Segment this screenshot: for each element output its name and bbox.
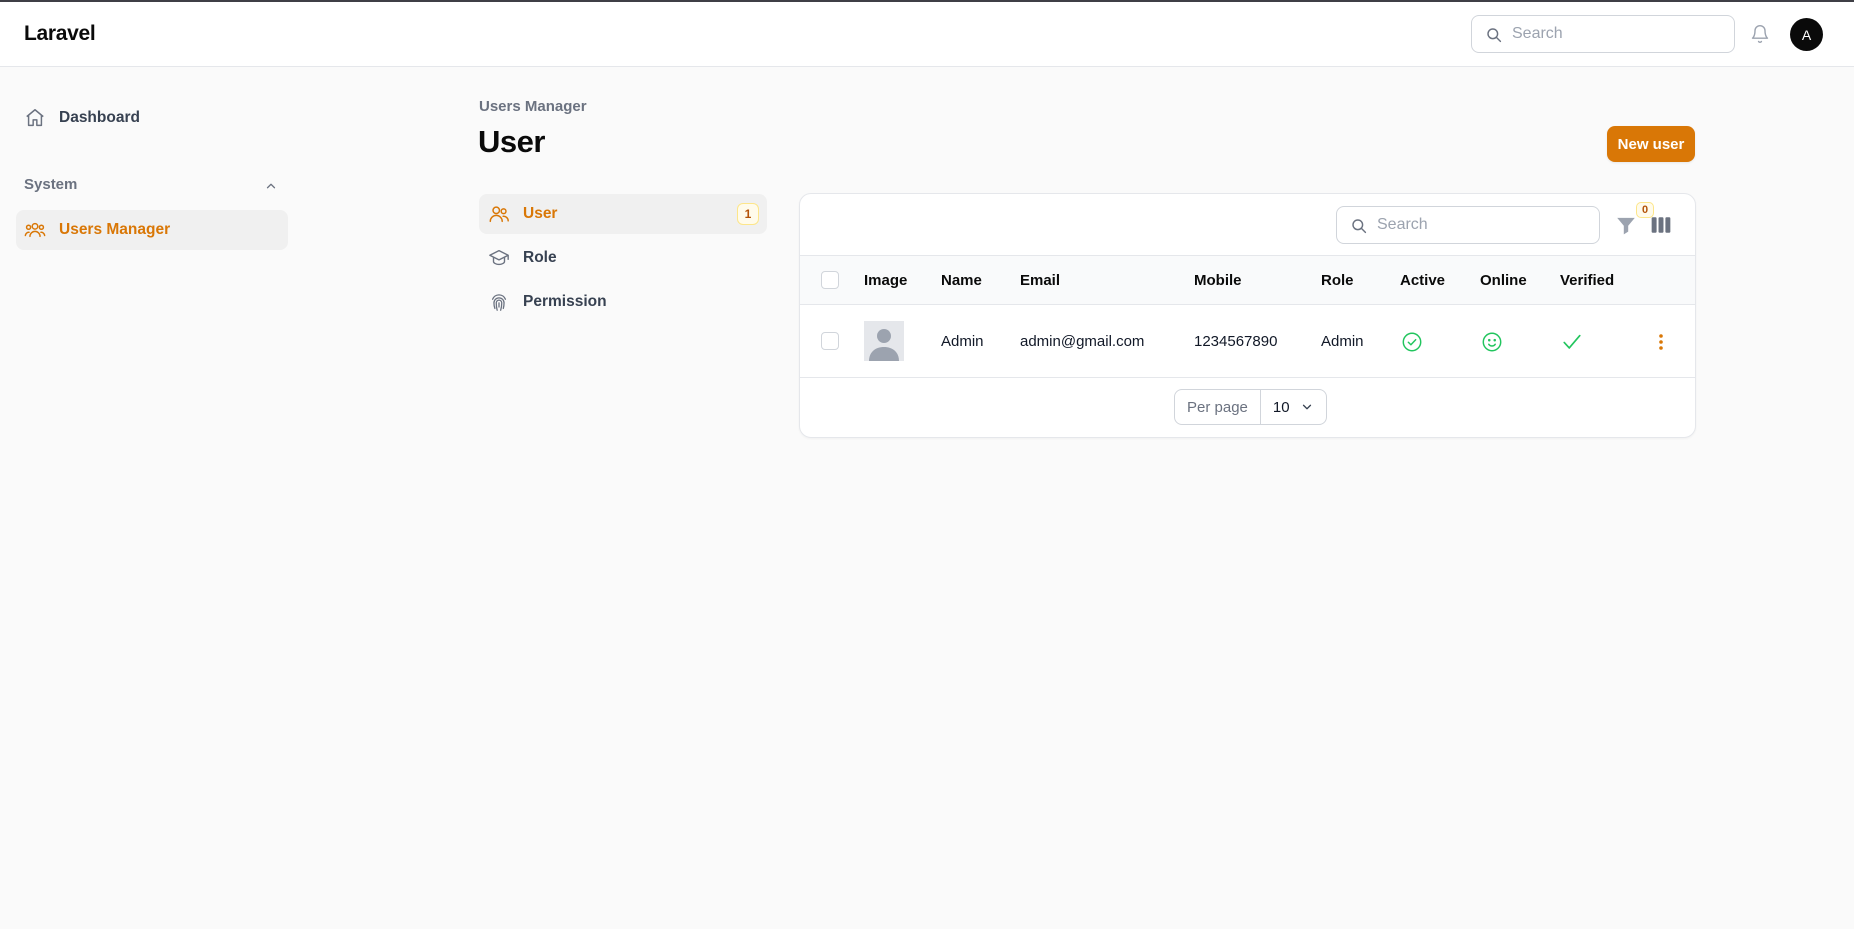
- sidebar-group-system[interactable]: System: [24, 176, 278, 196]
- columns-icon[interactable]: [1650, 214, 1672, 236]
- user-placeholder-icon: [869, 329, 899, 361]
- column-header-email[interactable]: Email: [1020, 272, 1060, 289]
- column-header-verified[interactable]: Verified: [1560, 272, 1614, 289]
- user-image: [864, 321, 904, 361]
- subnav-item-user[interactable]: User 1: [479, 194, 767, 234]
- per-page-value: 10: [1272, 398, 1290, 416]
- users-table-card: 0 Image Name Email Mobile Role Active On…: [799, 193, 1696, 438]
- user-avatar[interactable]: A: [1790, 18, 1823, 51]
- column-header-online[interactable]: Online: [1480, 272, 1527, 289]
- subnav-item-label: User: [523, 205, 558, 222]
- table-header: Image Name Email Mobile Role Active Onli…: [800, 255, 1695, 305]
- global-search-input[interactable]: [1512, 16, 1722, 52]
- users-icon: [24, 222, 46, 238]
- fingerprint-icon: [491, 294, 507, 311]
- per-page-select[interactable]: 10: [1261, 390, 1326, 424]
- check-circle-icon: [1402, 332, 1422, 352]
- sidebar-item-label: Users Manager: [59, 221, 171, 238]
- subnav-item-label: Role: [523, 249, 557, 266]
- users-icon: [489, 206, 509, 223]
- per-page-control: Per page 10: [1174, 389, 1327, 425]
- cell-role: Admin: [1321, 333, 1364, 350]
- chevron-down-icon: [1302, 404, 1311, 410]
- column-header-mobile[interactable]: Mobile: [1194, 272, 1242, 289]
- sidebar-item-label: Dashboard: [59, 109, 140, 126]
- subnav-item-role[interactable]: Role: [479, 238, 767, 278]
- page-title: User: [478, 124, 545, 159]
- sidebar-group-label: System: [24, 176, 78, 193]
- global-search[interactable]: [1471, 15, 1735, 53]
- chevron-up-icon[interactable]: [264, 179, 278, 193]
- bell-icon[interactable]: [1750, 23, 1770, 45]
- column-header-active[interactable]: Active: [1400, 272, 1445, 289]
- cell-name: Admin: [941, 333, 984, 350]
- brand-logo[interactable]: Laravel: [24, 22, 96, 46]
- sidebar-item-dashboard[interactable]: Dashboard: [16, 98, 288, 138]
- column-header-image: Image: [864, 272, 908, 289]
- column-header-name[interactable]: Name: [941, 272, 982, 289]
- breadcrumb[interactable]: Users Manager: [479, 98, 587, 115]
- new-user-button[interactable]: New user: [1607, 126, 1695, 162]
- cell-mobile: 1234567890: [1194, 333, 1278, 350]
- search-icon: [1352, 219, 1367, 234]
- kebab-menu-icon[interactable]: [1654, 331, 1668, 353]
- search-icon: [1487, 28, 1502, 43]
- column-header-role[interactable]: Role: [1321, 272, 1354, 289]
- check-icon: [1563, 334, 1581, 349]
- filter-icon[interactable]: [1615, 214, 1637, 236]
- academic-cap-icon: [489, 249, 509, 266]
- sidebar-item-users-manager[interactable]: Users Manager: [16, 210, 288, 250]
- subnav-item-permission[interactable]: Permission: [479, 282, 767, 322]
- per-page-label: Per page: [1175, 390, 1261, 424]
- table-row[interactable]: Admin admin@gmail.com 1234567890 Admin: [800, 305, 1695, 378]
- row-checkbox[interactable]: [821, 332, 839, 350]
- home-icon: [26, 109, 44, 127]
- top-navbar: Laravel A: [0, 2, 1854, 67]
- subnav-item-label: Permission: [523, 293, 607, 310]
- select-all-checkbox[interactable]: [821, 271, 839, 289]
- smile-face-icon: [1482, 332, 1502, 352]
- cell-email: admin@gmail.com: [1020, 333, 1145, 350]
- table-search[interactable]: [1336, 206, 1600, 244]
- table-search-input[interactable]: [1377, 207, 1587, 243]
- count-badge: 1: [737, 203, 759, 225]
